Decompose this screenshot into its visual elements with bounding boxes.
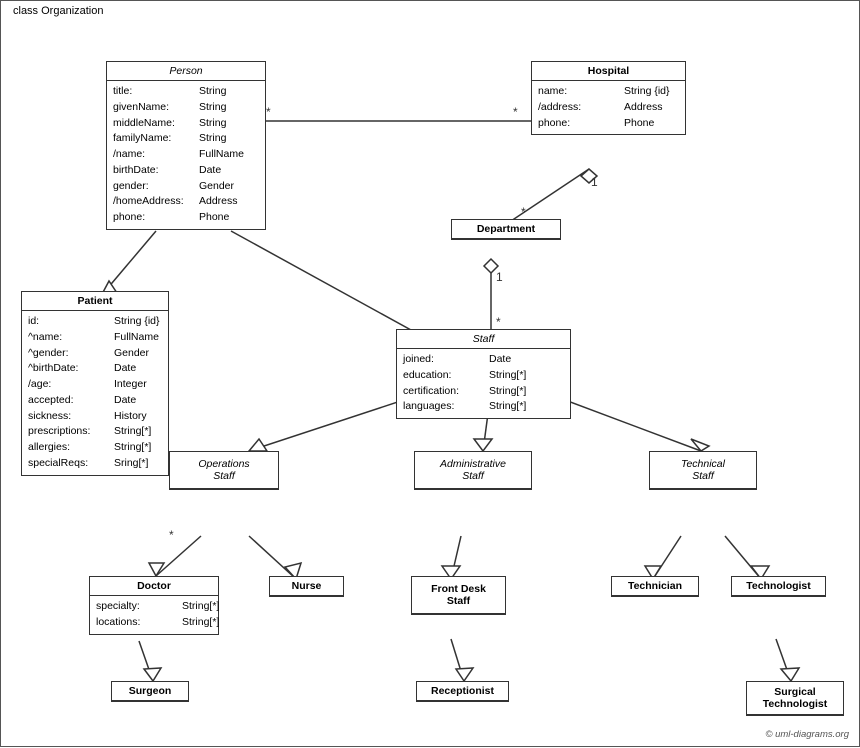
svg-text:*: * — [513, 105, 518, 119]
svg-text:*: * — [266, 105, 271, 119]
svg-text:*: * — [169, 528, 174, 542]
person-class: Person title:String givenName:String mid… — [106, 61, 266, 230]
administrative-staff-class: AdministrativeStaff — [414, 451, 532, 490]
svg-text:*: * — [521, 205, 526, 219]
surgical-technologist-header: SurgicalTechnologist — [747, 682, 843, 715]
patient-body: id:String {id} ^name:FullName ^gender:Ge… — [22, 311, 168, 475]
svg-text:1: 1 — [591, 175, 598, 189]
uml-diagram: class Organization * 1 1 * * * — [0, 0, 860, 747]
doctor-class: Doctor specialty:String[*] locations:Str… — [89, 576, 219, 635]
patient-header: Patient — [22, 292, 168, 311]
svg-text:*: * — [496, 315, 501, 329]
surgical-technologist-class: SurgicalTechnologist — [746, 681, 844, 716]
department-class: Department — [451, 219, 561, 240]
doctor-header: Doctor — [90, 577, 218, 596]
svg-text:1: 1 — [496, 270, 503, 284]
surgeon-header: Surgeon — [112, 682, 188, 701]
person-header: Person — [107, 62, 265, 81]
receptionist-class: Receptionist — [416, 681, 509, 702]
department-header: Department — [452, 220, 560, 239]
hospital-header: Hospital — [532, 62, 685, 81]
receptionist-header: Receptionist — [417, 682, 508, 701]
technologist-header: Technologist — [732, 577, 825, 596]
doctor-body: specialty:String[*] locations:String[*] — [90, 596, 218, 634]
patient-class: Patient id:String {id} ^name:FullName ^g… — [21, 291, 169, 476]
technical-staff-class: TechnicalStaff — [649, 451, 757, 490]
front-desk-staff-header: Front DeskStaff — [412, 577, 505, 614]
front-desk-staff-class: Front DeskStaff — [411, 576, 506, 615]
staff-class: Staff joined:Date education:String[*] ce… — [396, 329, 571, 419]
technician-header: Technician — [612, 577, 698, 596]
technologist-class: Technologist — [731, 576, 826, 597]
hospital-class: Hospital name:String {id} /address:Addre… — [531, 61, 686, 135]
diagram-title: class Organization — [9, 5, 108, 17]
technician-class: Technician — [611, 576, 699, 597]
person-body: title:String givenName:String middleName… — [107, 81, 265, 229]
operations-staff-class: OperationsStaff — [169, 451, 279, 490]
copyright: © uml-diagrams.org — [765, 729, 849, 740]
technical-staff-header: TechnicalStaff — [650, 452, 756, 489]
surgeon-class: Surgeon — [111, 681, 189, 702]
hospital-body: name:String {id} /address:Address phone:… — [532, 81, 685, 134]
administrative-staff-header: AdministrativeStaff — [415, 452, 531, 489]
nurse-header: Nurse — [270, 577, 343, 596]
staff-header: Staff — [397, 330, 570, 349]
staff-body: joined:Date education:String[*] certific… — [397, 349, 570, 418]
nurse-class: Nurse — [269, 576, 344, 597]
operations-staff-header: OperationsStaff — [170, 452, 278, 489]
